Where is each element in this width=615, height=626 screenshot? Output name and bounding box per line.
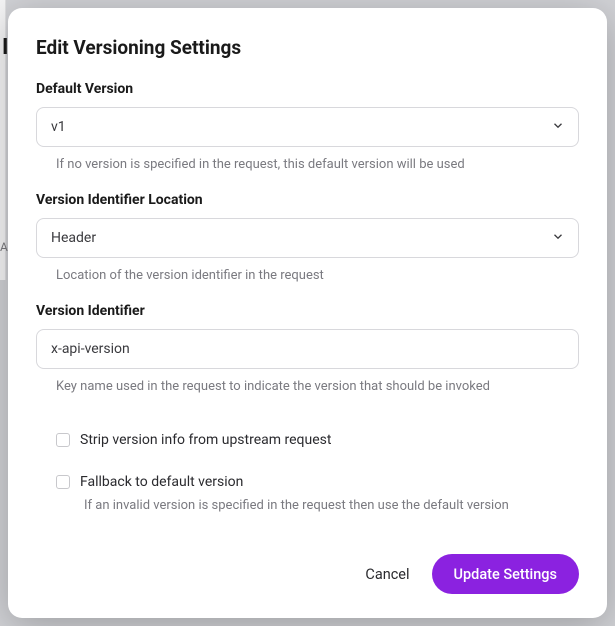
field-identifier: Version Identifier Key name used in the … — [36, 303, 579, 394]
default-version-select[interactable]: v1 — [36, 107, 579, 147]
identifier-hint: Key name used in the request to indicate… — [56, 379, 579, 394]
strip-checkbox-row: Strip version info from upstream request — [56, 432, 579, 448]
default-version-label: Default Version — [36, 81, 579, 97]
fallback-checkbox[interactable] — [56, 475, 70, 489]
cancel-button[interactable]: Cancel — [365, 566, 409, 583]
identifier-label: Version Identifier — [36, 303, 579, 319]
field-default-version: Default Version v1 If no version is spec… — [36, 81, 579, 172]
versioning-settings-modal: Edit Versioning Settings Default Version… — [8, 8, 607, 618]
default-version-hint: If no version is specified in the reques… — [56, 157, 579, 172]
background-small: A — [0, 240, 8, 254]
default-version-select-wrap[interactable]: v1 — [36, 107, 579, 147]
field-identifier-location: Version Identifier Location Header Locat… — [36, 192, 579, 283]
identifier-location-select-wrap[interactable]: Header — [36, 218, 579, 258]
fallback-hint: If an invalid version is specified in th… — [84, 498, 579, 513]
strip-checkbox[interactable] — [56, 433, 70, 447]
identifier-location-label: Version Identifier Location — [36, 192, 579, 208]
update-settings-button[interactable]: Update Settings — [432, 554, 579, 594]
identifier-input[interactable] — [36, 329, 579, 369]
modal-title: Edit Versioning Settings — [36, 36, 579, 59]
strip-checkbox-label: Strip version info from upstream request — [80, 432, 331, 448]
fallback-checkbox-label: Fallback to default version — [80, 474, 243, 490]
fallback-checkbox-row: Fallback to default version — [56, 474, 579, 490]
identifier-location-select[interactable]: Header — [36, 218, 579, 258]
identifier-location-hint: Location of the version identifier in th… — [56, 268, 579, 283]
modal-footer: Cancel Update Settings — [36, 534, 579, 594]
